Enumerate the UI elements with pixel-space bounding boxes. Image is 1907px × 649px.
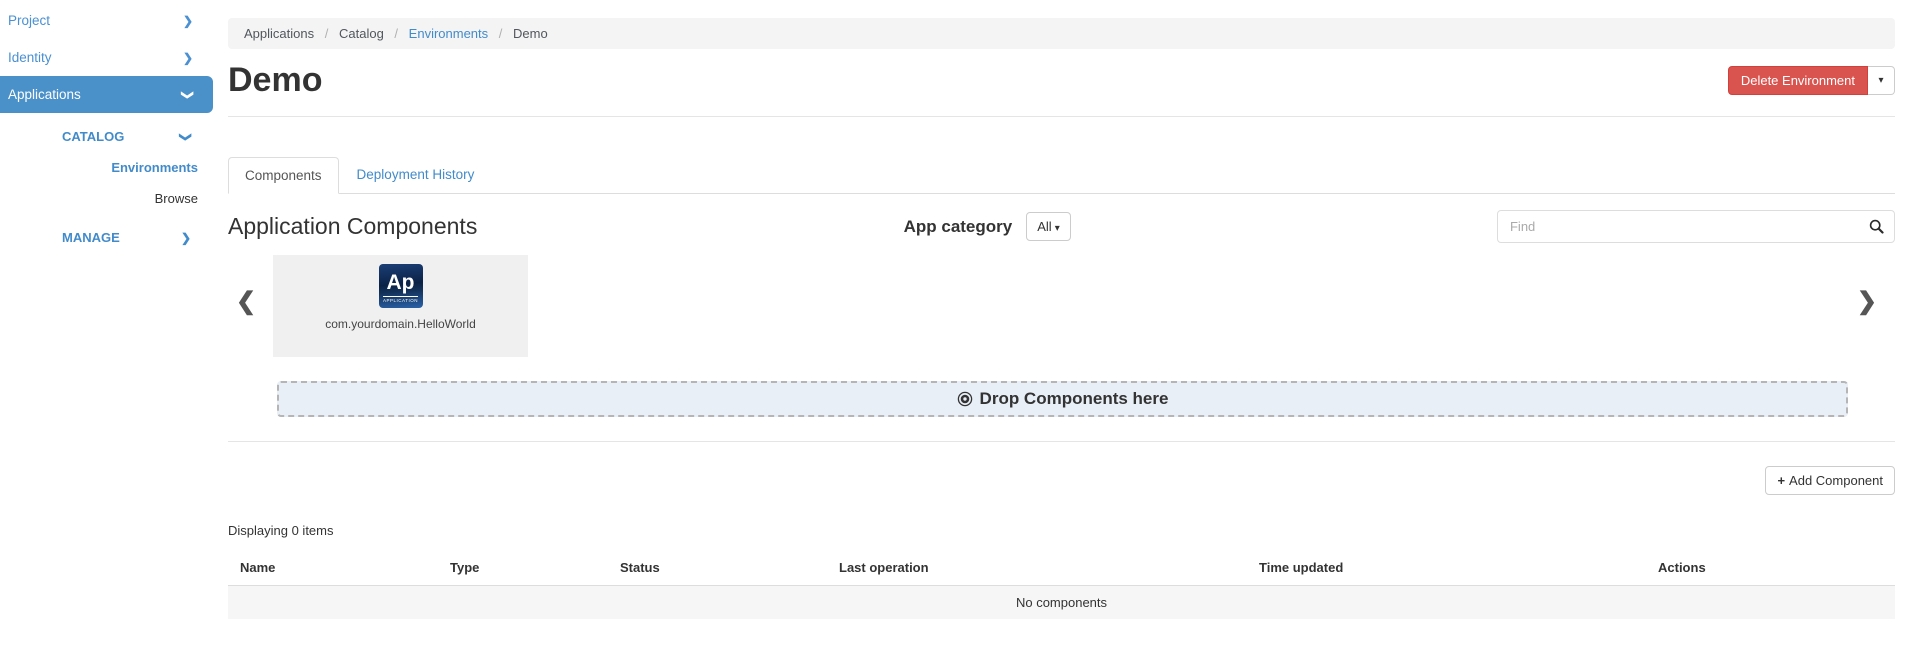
- caret-down-icon: ▾: [1055, 223, 1060, 234]
- divider: [228, 441, 1895, 442]
- delete-environment-dropdown-toggle[interactable]: ▾: [1868, 66, 1895, 95]
- breadcrumb-separator: /: [499, 26, 503, 41]
- sidebar-item-identity[interactable]: Identity ❯: [0, 39, 213, 76]
- add-component-button[interactable]: + Add Component: [1765, 466, 1895, 495]
- table-empty-row: No components: [228, 586, 1895, 620]
- find-input[interactable]: [1497, 210, 1895, 243]
- dropzone-label: Drop Components here: [980, 389, 1169, 409]
- breadcrumb: Applications / Catalog / Environments / …: [228, 18, 1895, 49]
- application-icon: Ap APPLICATION: [379, 264, 423, 308]
- column-header-actions: Actions: [1646, 552, 1895, 586]
- sidebar-item-label: Applications: [8, 87, 81, 102]
- chevron-right-icon: ❯: [183, 15, 193, 27]
- app-category-label: App category: [904, 217, 1013, 237]
- table-summary: Displaying 0 items: [228, 523, 1895, 538]
- sidebar-group-label: MANAGE: [62, 230, 120, 245]
- sidebar: Project ❯ Identity ❯ Applications ❯ CATA…: [0, 0, 213, 649]
- application-icon-text: Ap: [387, 272, 415, 293]
- section-heading: Application Components: [228, 213, 477, 240]
- chevron-right-icon: ❯: [183, 52, 193, 64]
- components-carousel: ❮ Ap APPLICATION com.yourdomain.HelloWor…: [228, 255, 1895, 357]
- breadcrumb-item-current: Demo: [513, 26, 548, 41]
- table-header-row: Name Type Status Last operation Time upd…: [228, 552, 1895, 586]
- breadcrumb-separator: /: [325, 26, 329, 41]
- application-icon-subtext: APPLICATION: [383, 296, 418, 303]
- main-content: Applications / Catalog / Environments / …: [213, 0, 1907, 619]
- column-header-time-updated[interactable]: Time updated: [1247, 552, 1646, 586]
- find-field-wrapper: [1497, 210, 1895, 243]
- sidebar-item-applications[interactable]: Applications ❯: [0, 76, 213, 113]
- tab-components[interactable]: Components: [228, 157, 339, 194]
- chevron-down-icon: ❯: [182, 89, 194, 99]
- breadcrumb-item-catalog[interactable]: Catalog: [339, 26, 384, 41]
- tab-deployment-history[interactable]: Deployment History: [341, 157, 491, 194]
- app-card-label: com.yourdomain.HelloWorld: [325, 317, 476, 331]
- app-category-dropdown[interactable]: All ▾: [1026, 212, 1070, 241]
- sidebar-item-browse[interactable]: Browse: [0, 183, 213, 214]
- plus-icon: +: [1777, 473, 1785, 488]
- app-category-selected: All: [1037, 219, 1051, 234]
- delete-environment-button[interactable]: Delete Environment: [1728, 66, 1868, 95]
- target-icon: [957, 391, 973, 407]
- delete-environment-button-group: Delete Environment ▾: [1728, 66, 1895, 95]
- sidebar-item-environments[interactable]: Environments: [0, 152, 213, 183]
- column-header-type[interactable]: Type: [438, 552, 608, 586]
- breadcrumb-item-environments[interactable]: Environments: [409, 26, 488, 41]
- sidebar-group-catalog[interactable]: CATALOG ❯: [0, 121, 213, 152]
- page-title: Demo: [228, 61, 322, 100]
- empty-table-message: No components: [228, 586, 1895, 620]
- sidebar-item-project[interactable]: Project ❯: [0, 2, 213, 39]
- sidebar-group-manage[interactable]: MANAGE ❯: [0, 222, 213, 253]
- column-header-last-operation[interactable]: Last operation: [827, 552, 1247, 586]
- chevron-right-icon: ❯: [181, 232, 191, 244]
- chevron-down-icon: ❯: [180, 131, 192, 141]
- search-icon[interactable]: [1869, 219, 1884, 239]
- column-header-status[interactable]: Status: [608, 552, 827, 586]
- column-header-name[interactable]: Name: [228, 552, 438, 586]
- tab-bar: Components Deployment History: [228, 157, 1895, 194]
- components-table: Name Type Status Last operation Time upd…: [228, 552, 1895, 619]
- app-component-card[interactable]: Ap APPLICATION com.yourdomain.HelloWorld: [273, 255, 528, 357]
- carousel-prev-button[interactable]: ❮: [236, 287, 256, 316]
- sidebar-item-label: Project: [8, 13, 50, 28]
- carousel-next-button[interactable]: ❯: [1857, 287, 1877, 316]
- breadcrumb-item-applications[interactable]: Applications: [244, 26, 314, 41]
- breadcrumb-separator: /: [394, 26, 398, 41]
- sidebar-group-label: CATALOG: [62, 129, 124, 144]
- add-component-label: Add Component: [1789, 473, 1883, 488]
- caret-down-icon: ▾: [1878, 75, 1883, 86]
- drop-components-zone[interactable]: Drop Components here: [277, 381, 1848, 417]
- sidebar-item-label: Identity: [8, 50, 52, 65]
